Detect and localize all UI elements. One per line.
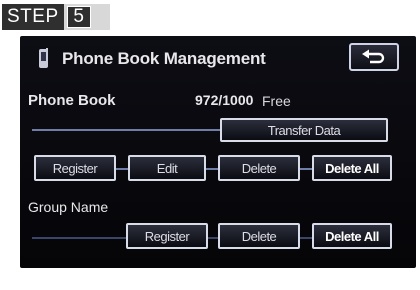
step-badge: STEP 5 <box>2 4 110 30</box>
phone-book-edit-button[interactable]: Edit <box>128 155 206 181</box>
group-register-button[interactable]: Register <box>126 223 208 249</box>
phone-book-delete-button[interactable]: Delete <box>218 155 300 181</box>
step-number: 5 <box>66 6 91 28</box>
group-delete-all-button[interactable]: Delete All <box>312 223 392 249</box>
phone-book-register-button[interactable]: Register <box>34 155 116 181</box>
phone-book-count: 972/1000 <box>195 92 254 108</box>
phone-icon <box>39 48 48 68</box>
step-label: STEP <box>2 4 64 30</box>
transfer-connector-line <box>32 129 222 131</box>
group-name-label: Group Name <box>28 199 109 215</box>
back-button[interactable] <box>349 43 399 71</box>
return-arrow-icon <box>362 49 385 64</box>
phone-book-free-label: Free <box>262 93 291 109</box>
group-delete-button[interactable]: Delete <box>218 223 300 249</box>
phone-book-label: Phone Book <box>28 92 116 109</box>
transfer-data-button[interactable]: Transfer Data <box>220 118 388 142</box>
phone-book-delete-all-button[interactable]: Delete All <box>312 155 392 181</box>
page-title: Phone Book Management <box>62 49 266 68</box>
